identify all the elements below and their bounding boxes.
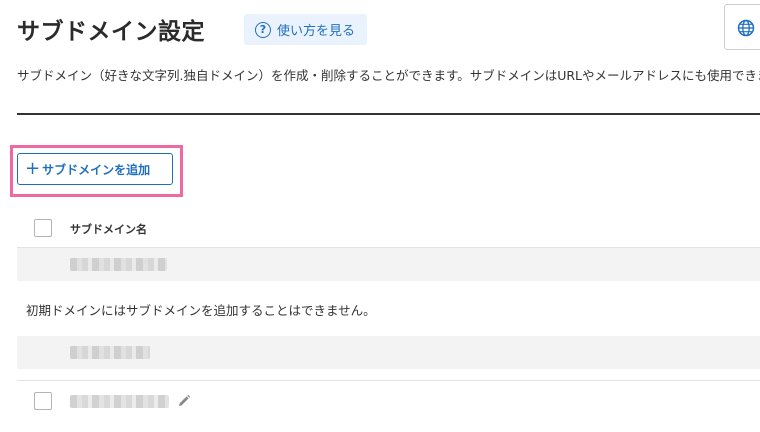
column-header-subdomain: サブドメイン名	[70, 223, 147, 236]
question-circle-icon: ?	[255, 21, 271, 38]
language-button[interactable]	[724, 4, 760, 50]
add-button-highlight: + サブドメインを追加	[10, 145, 183, 197]
globe-icon	[737, 19, 755, 37]
add-subdomain-button[interactable]: + サブドメインを追加	[17, 153, 173, 185]
page-title: サブドメイン設定	[17, 19, 205, 45]
row-divider	[17, 380, 760, 381]
page-description: サブドメイン（好きな文字列.独自ドメイン）を作成・削除することができます。サブド…	[17, 68, 760, 83]
redacted-subdomain	[70, 395, 169, 408]
subdomain-notice: 初期ドメインにはサブドメインを追加することはできません。	[26, 303, 376, 318]
row-checkbox[interactable]	[34, 392, 52, 410]
add-subdomain-label: サブドメインを追加	[42, 162, 151, 177]
header-divider	[17, 113, 760, 115]
redacted-domain	[70, 346, 150, 359]
table-row	[17, 336, 760, 369]
help-button-label: 使い方を見る	[277, 24, 356, 39]
help-button[interactable]: ? 使い方を見る	[244, 14, 367, 45]
redacted-domain	[70, 258, 167, 271]
plus-icon: +	[25, 158, 41, 179]
select-all-checkbox[interactable]	[34, 219, 52, 237]
pencil-icon[interactable]	[177, 394, 191, 408]
table-row	[17, 248, 760, 281]
